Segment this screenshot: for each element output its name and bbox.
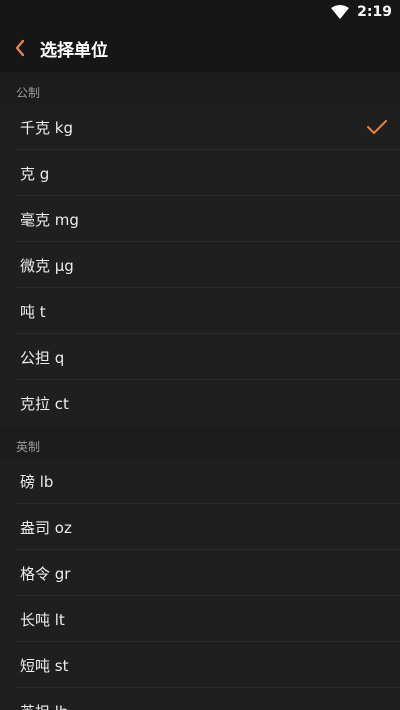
unit-item-mg[interactable]: 毫克 mg xyxy=(0,196,400,242)
unit-label: 公担 q xyxy=(20,348,65,367)
unit-label: 吨 t xyxy=(20,302,46,321)
wifi-icon xyxy=(331,5,350,19)
unit-item-ug[interactable]: 微克 μg xyxy=(0,242,400,288)
status-time: 2:19 xyxy=(357,4,392,20)
unit-item-cwt[interactable]: 英担 lb xyxy=(0,688,400,710)
unit-label: 微克 μg xyxy=(20,256,74,275)
checkmark-icon xyxy=(367,120,387,134)
back-button[interactable] xyxy=(0,24,40,72)
unit-label: 短吨 st xyxy=(20,656,69,675)
unit-item-st[interactable]: 短吨 st xyxy=(0,642,400,688)
unit-list-metric: 千克 kg 克 g 毫克 mg 微克 μg 吨 t 公担 q 克拉 ct xyxy=(0,104,400,426)
app-bar: 选择单位 xyxy=(0,24,400,72)
unit-item-oz[interactable]: 盎司 oz xyxy=(0,504,400,550)
unit-label: 毫克 mg xyxy=(20,210,79,229)
unit-item-lb[interactable]: 磅 lb xyxy=(0,458,400,504)
unit-label: 格令 gr xyxy=(20,564,71,583)
unit-list-imperial: 磅 lb 盎司 oz 格令 gr 长吨 lt 短吨 st 英担 lb xyxy=(0,458,400,710)
unit-label: 千克 kg xyxy=(20,118,73,137)
unit-label: 克拉 ct xyxy=(20,394,69,413)
section-header-imperial: 英制 xyxy=(0,426,400,458)
unit-picker-screen: 2:19 选择单位 公制 千克 kg 克 g 毫克 mg 微克 μg 吨 t 公… xyxy=(0,0,400,710)
section-header-metric: 公制 xyxy=(0,72,400,104)
unit-item-kg[interactable]: 千克 kg xyxy=(0,104,400,150)
unit-item-g[interactable]: 克 g xyxy=(0,150,400,196)
unit-item-gr[interactable]: 格令 gr xyxy=(0,550,400,596)
status-bar: 2:19 xyxy=(0,0,400,24)
chevron-left-icon xyxy=(15,39,25,57)
unit-item-lt[interactable]: 长吨 lt xyxy=(0,596,400,642)
unit-item-t[interactable]: 吨 t xyxy=(0,288,400,334)
unit-item-q[interactable]: 公担 q xyxy=(0,334,400,380)
unit-item-ct[interactable]: 克拉 ct xyxy=(0,380,400,426)
unit-label: 盎司 oz xyxy=(20,518,72,537)
unit-label: 英担 lb xyxy=(20,701,68,710)
unit-label: 克 g xyxy=(20,164,50,183)
unit-label: 磅 lb xyxy=(20,472,54,491)
page-title: 选择单位 xyxy=(40,40,108,61)
unit-label: 长吨 lt xyxy=(20,610,65,629)
